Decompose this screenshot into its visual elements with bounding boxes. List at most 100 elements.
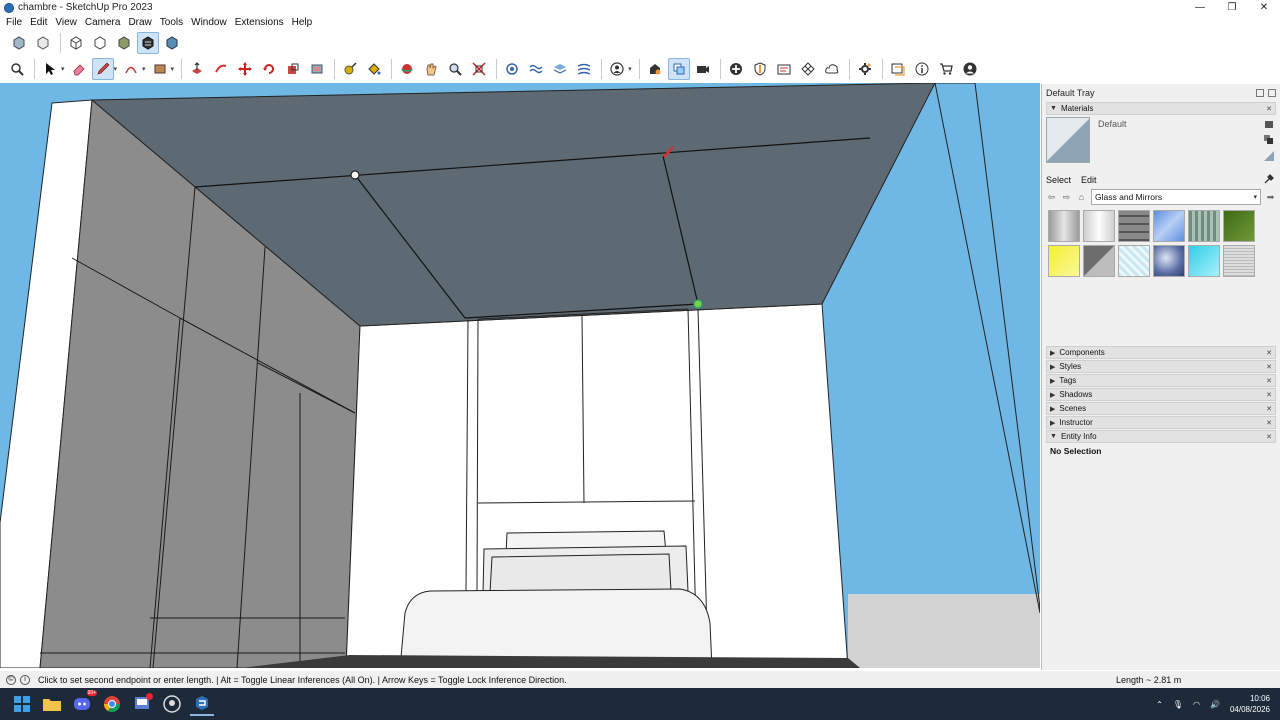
instructor-panel-header[interactable]: ▶ Instructor ✕	[1046, 416, 1276, 429]
components-button[interactable]	[667, 58, 690, 80]
entity-info-panel-header[interactable]: ▼ Entity Info ✕	[1046, 430, 1276, 443]
line-dropdown-icon[interactable]: ▾	[114, 65, 118, 73]
eraser-tool-button[interactable]	[68, 58, 90, 80]
styles-panel-header[interactable]: ▶ Styles ✕	[1046, 360, 1276, 373]
panel-close-icon[interactable]: ✕	[1266, 363, 1272, 371]
checker-button[interactable]	[797, 58, 819, 80]
microphone-icon[interactable]: 🎙	[1173, 700, 1183, 709]
material-swatch[interactable]	[1083, 210, 1115, 242]
add-button[interactable]	[725, 58, 747, 80]
menu-draw[interactable]: Draw	[124, 17, 155, 28]
menu-edit[interactable]: Edit	[26, 17, 51, 28]
account-button[interactable]	[606, 58, 628, 80]
info-icon[interactable]: i	[20, 674, 30, 685]
back-edges-button[interactable]	[32, 32, 54, 54]
tray-close-icon[interactable]	[1268, 88, 1276, 97]
file-explorer-button[interactable]	[40, 692, 64, 716]
line-tool-button[interactable]	[91, 58, 114, 80]
arc-dropdown-icon[interactable]: ▾	[142, 65, 146, 73]
cloud-button[interactable]	[821, 58, 843, 80]
menu-file[interactable]: File	[2, 17, 26, 28]
material-name[interactable]: Default	[1098, 119, 1127, 129]
xray-button[interactable]	[8, 32, 30, 54]
follow-me-button[interactable]	[210, 58, 232, 80]
rectangle-tool-button[interactable]	[149, 58, 171, 80]
select-dropdown-icon[interactable]: ▾	[61, 65, 65, 73]
panel-close-icon[interactable]: ✕	[1266, 433, 1272, 441]
duplicate-material-icon[interactable]	[1264, 135, 1274, 145]
scenes-panel-header[interactable]: ▶ Scenes ✕	[1046, 402, 1276, 415]
materials-panel-header[interactable]: ▼ Materials ✕	[1046, 102, 1276, 115]
menu-extensions[interactable]: Extensions	[231, 17, 288, 28]
rectangle-dropdown-icon[interactable]: ▾	[171, 65, 175, 73]
clock[interactable]: 10:06 04/08/2026	[1230, 693, 1270, 715]
close-button[interactable]: ✕	[1248, 0, 1280, 15]
maximize-button[interactable]: ❐	[1216, 0, 1248, 15]
sketchup-taskbar-button[interactable]	[190, 692, 214, 716]
extension-warehouse-button[interactable]	[773, 58, 795, 80]
orbit-button[interactable]	[396, 58, 418, 80]
credits-icon[interactable]: ©	[6, 674, 16, 685]
home-icon[interactable]: ⌂	[1076, 192, 1087, 203]
volume-icon[interactable]: 🔊	[1210, 700, 1220, 709]
components-panel-header[interactable]: ▶ Components ✕	[1046, 346, 1276, 359]
profile-button[interactable]	[959, 58, 981, 80]
select-tool-button[interactable]	[39, 58, 61, 80]
layers-button[interactable]	[549, 58, 571, 80]
menu-tools[interactable]: Tools	[156, 17, 187, 28]
hidden-line-button[interactable]	[89, 32, 111, 54]
arc-tool-button[interactable]	[120, 58, 142, 80]
material-swatch[interactable]	[1118, 245, 1150, 277]
info-button[interactable]	[911, 58, 933, 80]
material-swatch[interactable]	[1153, 210, 1185, 242]
monochrome-button[interactable]	[161, 32, 183, 54]
chrome-button[interactable]	[100, 692, 124, 716]
model-canvas[interactable]	[0, 83, 1040, 668]
back-arrow-icon[interactable]: ⇦	[1046, 192, 1057, 203]
scale-tool-button[interactable]	[282, 58, 304, 80]
measurements-value[interactable]: ~ 2.81 m	[1146, 675, 1181, 685]
push-pull-button[interactable]	[186, 58, 208, 80]
chevron-up-icon[interactable]: ⌃	[1156, 700, 1163, 709]
store-button[interactable]	[935, 58, 957, 80]
wireframe-button[interactable]	[65, 32, 87, 54]
zoom-extents-button[interactable]	[6, 58, 28, 80]
material-swatch[interactable]	[1048, 210, 1080, 242]
discord-button[interactable]: 99+	[70, 690, 97, 716]
tags-panel-header[interactable]: ▶ Tags ✕	[1046, 374, 1276, 387]
account-dropdown-icon[interactable]: ▾	[628, 65, 632, 73]
network-icon[interactable]: ◠	[1193, 700, 1200, 709]
eyedropper-icon[interactable]	[1264, 174, 1274, 184]
move-tool-button[interactable]	[234, 58, 256, 80]
menu-view[interactable]: View	[51, 17, 81, 28]
material-swatch[interactable]	[1118, 210, 1150, 242]
tape-measure-button[interactable]	[339, 58, 361, 80]
sandbox-button[interactable]	[525, 58, 547, 80]
tray-pin-icon[interactable]	[1256, 88, 1264, 97]
material-swatch[interactable]	[1153, 245, 1185, 277]
paint-bucket-button[interactable]	[363, 58, 385, 80]
warehouse-button[interactable]	[644, 58, 666, 80]
panel-close-icon[interactable]: ✕	[1266, 349, 1272, 357]
panel-close-icon[interactable]: ✕	[1266, 377, 1272, 385]
solid-inspector-button[interactable]	[749, 58, 771, 80]
pan-button[interactable]	[420, 58, 442, 80]
menu-window[interactable]: Window	[187, 17, 231, 28]
material-swatch[interactable]	[1188, 210, 1220, 242]
menu-help[interactable]: Help	[288, 17, 317, 28]
menu-camera[interactable]: Camera	[81, 17, 125, 28]
default-material-icon[interactable]	[1264, 151, 1274, 161]
panel-close-icon[interactable]: ✕	[1266, 105, 1272, 113]
library-select[interactable]: Glass and Mirrors ▾	[1091, 189, 1261, 205]
current-material-swatch[interactable]	[1046, 117, 1090, 163]
zoom-window-button[interactable]	[468, 58, 490, 80]
material-swatch[interactable]	[1188, 245, 1220, 277]
github-button[interactable]	[160, 692, 184, 716]
panel-close-icon[interactable]: ✕	[1266, 405, 1272, 413]
app-button[interactable]	[130, 692, 154, 716]
create-material-icon[interactable]	[1264, 119, 1274, 129]
tab-select[interactable]: Select	[1046, 175, 1071, 185]
material-swatch[interactable]	[1048, 245, 1080, 277]
geo-location-button[interactable]	[501, 58, 523, 80]
panel-close-icon[interactable]: ✕	[1266, 419, 1272, 427]
